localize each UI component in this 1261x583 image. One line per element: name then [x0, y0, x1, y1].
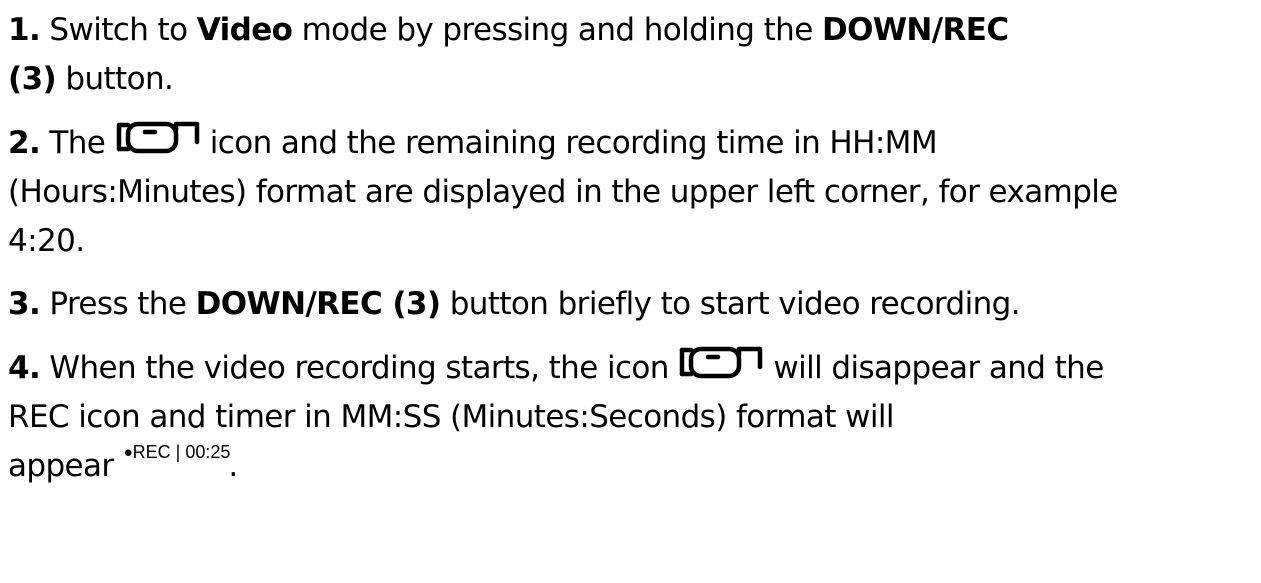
step-text: Switch to	[40, 12, 197, 48]
step-number: 4.	[8, 350, 41, 386]
step-3: 3. Press the DOWN/REC (3) button briefly…	[8, 280, 1258, 329]
instructions-document: 1. Switch to Video mode by pressing and …	[0, 0, 1261, 583]
step-text: appear	[8, 448, 114, 484]
mode-name: Video	[196, 12, 293, 48]
rec-dot-icon: ●	[123, 444, 133, 461]
step-number: 2.	[8, 125, 41, 161]
step-text: button.	[56, 61, 174, 97]
step-1: 1. Switch to Video mode by pressing and …	[8, 6, 1258, 104]
step-text: button briefly to start video recording.	[440, 286, 1021, 322]
step-text: The	[40, 125, 115, 161]
step-2: 2. The icon and the remaining recording …	[8, 118, 1258, 266]
rec-timer-text: REC | 00:25	[132, 442, 231, 462]
step-text: icon and the remaining recording time in…	[200, 125, 938, 161]
step-text: mode by pressing and holding the	[292, 12, 822, 48]
video-camera-icon	[678, 343, 764, 381]
step-number: 3.	[8, 286, 41, 322]
button-number: (3)	[8, 61, 57, 97]
step-number: 1.	[8, 12, 41, 48]
step-4: 4. When the video recording starts, the …	[8, 343, 1258, 496]
video-camera-icon	[115, 118, 201, 156]
step-text: 4:20.	[8, 223, 85, 259]
step-text: will disappear and the	[764, 350, 1104, 386]
rec-timer-indicator: ●REC | 00:25	[124, 428, 231, 478]
step-text: When the video recording starts, the ico…	[40, 350, 679, 386]
button-name: DOWN/REC (3)	[195, 286, 441, 322]
step-text: (Hours:Minutes) format are displayed in …	[8, 174, 1118, 210]
button-name: DOWN/REC	[821, 12, 1009, 48]
step-text: Press the	[40, 286, 196, 322]
